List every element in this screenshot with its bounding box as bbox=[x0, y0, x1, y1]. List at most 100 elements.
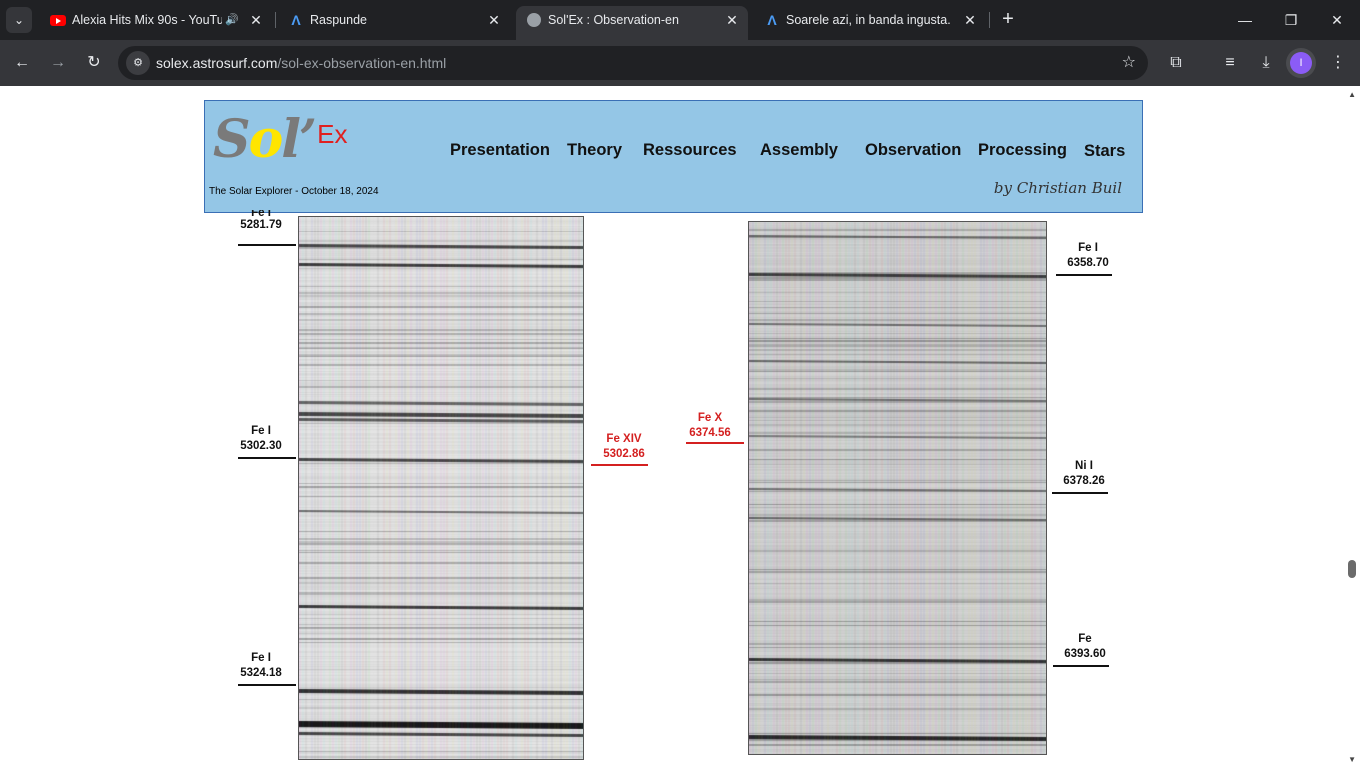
byline: by Christian Buil bbox=[993, 179, 1122, 197]
line-wavelength: 5324.18 bbox=[240, 667, 282, 679]
minimize-button[interactable]: — bbox=[1222, 0, 1268, 40]
media-controls-button[interactable]: ≡ bbox=[1216, 49, 1244, 77]
page-viewport: Sol’Ex The Solar Explorer - October 18, … bbox=[0, 86, 1360, 768]
nav-observation[interactable]: Observation bbox=[865, 141, 961, 160]
reload-button[interactable]: ↻ bbox=[80, 49, 108, 77]
close-icon[interactable]: ✕ bbox=[962, 6, 978, 34]
tab-title: Alexia Hits Mix 90s - YouTube bbox=[72, 13, 222, 27]
extensions-button[interactable]: ⧉ bbox=[1162, 49, 1190, 77]
line-wavelength: 6393.60 bbox=[1064, 648, 1106, 660]
queue-music-icon: ≡ bbox=[1225, 54, 1235, 71]
line-wavelength: 5302.86 bbox=[603, 448, 645, 460]
spectrum-canvas bbox=[749, 222, 1046, 754]
close-icon[interactable]: ✕ bbox=[486, 6, 502, 34]
line-label-fe-i-6358: Fe I 6358.70 bbox=[1062, 241, 1114, 271]
tab-soarele-azi[interactable]: Λ Soarele azi, in banda ingusta. ✕ bbox=[754, 6, 988, 34]
line-name: Fe XIV bbox=[606, 433, 642, 445]
tab-title: Sol'Ex : Observation-en bbox=[548, 13, 679, 27]
site-settings-icon[interactable]: ⚙ bbox=[126, 51, 150, 75]
marker-line bbox=[238, 457, 296, 459]
reload-icon: ↻ bbox=[87, 54, 101, 71]
line-wavelength: 6358.70 bbox=[1067, 257, 1109, 269]
tagline: The Solar Explorer - October 18, 2024 bbox=[209, 186, 379, 197]
nav-assembly[interactable]: Assembly bbox=[760, 141, 838, 160]
marker-line bbox=[238, 684, 296, 686]
new-tab-button[interactable]: + bbox=[996, 8, 1020, 32]
logo-ex: Ex bbox=[317, 119, 348, 149]
avatar[interactable]: I bbox=[1290, 52, 1312, 74]
tab-raspunde[interactable]: Λ Raspunde ✕ bbox=[278, 6, 512, 34]
url-path: /sol-ex-observation-en.html bbox=[277, 55, 447, 71]
back-button[interactable]: ← bbox=[8, 49, 36, 77]
line-name: Fe I bbox=[251, 425, 271, 437]
arrow-right-icon: → bbox=[50, 54, 66, 71]
restore-icon: ❐ bbox=[1284, 12, 1298, 28]
tab-title: Soarele azi, in banda ingusta. bbox=[786, 13, 951, 27]
close-icon: ✕ bbox=[1331, 12, 1343, 28]
marker-line bbox=[1053, 665, 1109, 667]
minimize-icon: — bbox=[1238, 12, 1252, 28]
browser-toolbar: ← → ↻ ⚙ solex.astrosurf.com/sol-ex-obser… bbox=[0, 40, 1360, 86]
nav-processing[interactable]: Processing bbox=[978, 141, 1067, 160]
page-scrollbar[interactable]: ▲ ▼ bbox=[1344, 86, 1360, 768]
close-icon[interactable]: ✕ bbox=[724, 6, 740, 34]
downloads-button[interactable]: ⤓ bbox=[1252, 49, 1280, 77]
spectrum-canvas bbox=[299, 217, 583, 759]
marker-line-red bbox=[686, 442, 744, 444]
url-host: solex.astrosurf.com bbox=[156, 55, 278, 71]
forward-button[interactable]: → bbox=[44, 49, 72, 77]
puzzle-icon: ⧉ bbox=[1170, 54, 1182, 71]
line-name: Fe bbox=[1078, 633, 1092, 645]
line-name: Fe I bbox=[251, 652, 271, 664]
tab-title: Raspunde bbox=[310, 13, 367, 27]
marker-line-red bbox=[591, 464, 648, 466]
solex-logo[interactable]: Sol’Ex bbox=[213, 109, 348, 170]
tab-strip: ⌄ Alexia Hits Mix 90s - YouTube 🔊 ✕ Λ Ra… bbox=[0, 0, 1360, 40]
speaker-icon[interactable]: 🔊 bbox=[224, 6, 240, 34]
arch-icon: Λ bbox=[767, 12, 777, 28]
more-vert-icon: ⋮ bbox=[1330, 54, 1346, 71]
line-label-fe-i-5324: Fe I 5324.18 bbox=[236, 651, 286, 681]
tab-search-button[interactable]: ⌄ bbox=[6, 7, 32, 33]
download-icon: ⤓ bbox=[1262, 54, 1270, 71]
spectrum-image-red bbox=[748, 221, 1047, 755]
youtube-icon bbox=[50, 13, 66, 27]
tab-separator bbox=[275, 12, 276, 28]
line-wavelength: 5281.79 bbox=[240, 219, 282, 231]
url-text[interactable]: solex.astrosurf.com/sol-ex-observation-e… bbox=[156, 46, 446, 80]
line-name: Ni I bbox=[1075, 460, 1093, 472]
nav-presentation[interactable]: Presentation bbox=[450, 141, 550, 160]
chevron-down-icon: ⌄ bbox=[13, 13, 25, 27]
line-name: Fe I bbox=[1078, 242, 1098, 254]
marker-line bbox=[238, 244, 296, 246]
line-label-fe-xiv-5302: Fe XIV 5302.86 bbox=[598, 432, 650, 462]
tab-separator bbox=[989, 12, 990, 28]
line-wavelength: 6374.56 bbox=[689, 427, 731, 439]
marker-line bbox=[1056, 274, 1112, 276]
line-name: Fe X bbox=[697, 412, 723, 424]
line-label-ni-i-6378: Ni I 6378.26 bbox=[1058, 459, 1110, 489]
line-label-fe-i-5302: Fe I 5302.30 bbox=[236, 424, 286, 454]
address-bar[interactable]: ⚙ solex.astrosurf.com/sol-ex-observation… bbox=[118, 46, 1148, 80]
scroll-down-icon[interactable]: ▼ bbox=[1348, 755, 1356, 764]
scroll-thumb[interactable] bbox=[1348, 560, 1356, 578]
line-wavelength: 5302.30 bbox=[240, 440, 282, 452]
close-window-button[interactable]: ✕ bbox=[1314, 0, 1360, 40]
line-label-fe-x-6374: Fe X 6374.56 bbox=[685, 411, 735, 441]
line-label-fe-6393: Fe 6393.60 bbox=[1059, 632, 1111, 662]
line-name: Fe I bbox=[251, 210, 271, 218]
scroll-up-icon[interactable]: ▲ bbox=[1348, 90, 1356, 99]
arch-icon: Λ bbox=[291, 12, 301, 28]
nav-ressources[interactable]: Ressources bbox=[643, 141, 737, 160]
site-header: Sol’Ex The Solar Explorer - October 18, … bbox=[204, 100, 1143, 213]
plus-icon: + bbox=[1002, 8, 1014, 30]
close-icon[interactable]: ✕ bbox=[248, 6, 264, 34]
tab-youtube[interactable]: Alexia Hits Mix 90s - YouTube 🔊 ✕ bbox=[40, 6, 274, 34]
bookmark-star-icon[interactable]: ☆ bbox=[1122, 46, 1136, 80]
tab-solex-observation[interactable]: Sol'Ex : Observation-en ✕ bbox=[516, 6, 748, 40]
nav-stars[interactable]: Stars bbox=[1084, 142, 1125, 161]
globe-icon bbox=[526, 13, 542, 27]
restore-button[interactable]: ❐ bbox=[1268, 0, 1314, 40]
nav-theory[interactable]: Theory bbox=[567, 141, 622, 160]
menu-button[interactable]: ⋮ bbox=[1324, 49, 1352, 77]
